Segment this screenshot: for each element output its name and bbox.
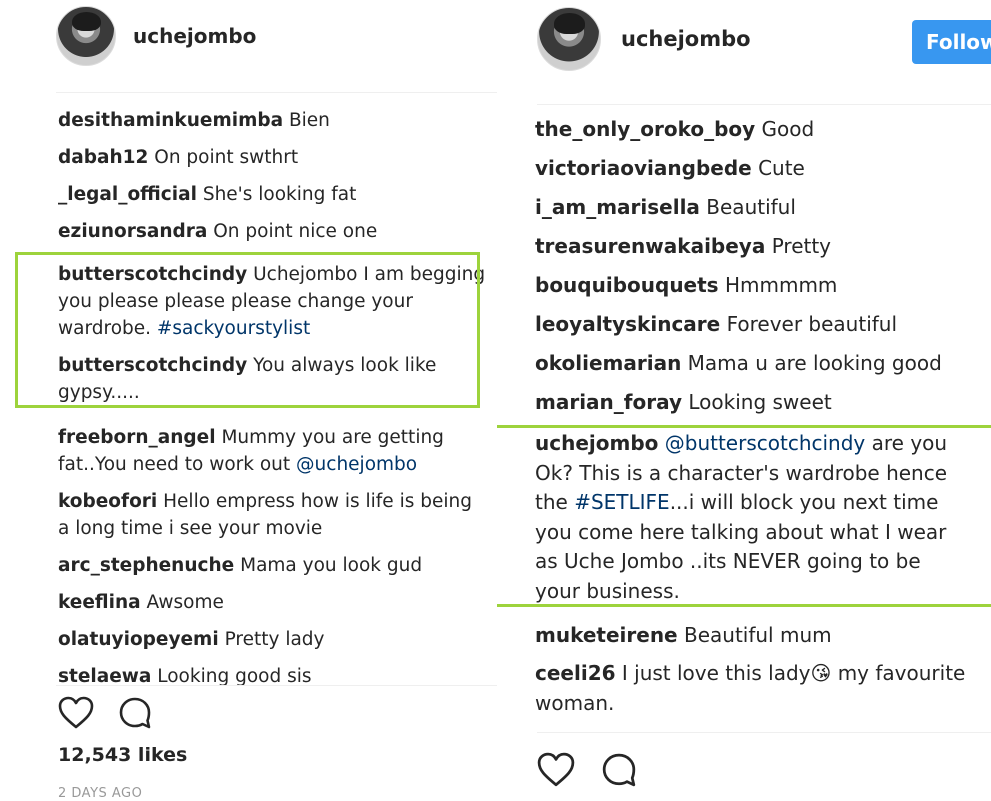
- heart-icon[interactable]: [537, 752, 575, 788]
- highlight-line-bottom: [497, 604, 991, 607]
- right-action-bar: [537, 752, 637, 788]
- header-divider: [537, 104, 991, 105]
- comment-text: Looking sweet: [688, 390, 832, 414]
- profile-avatar[interactable]: [56, 6, 116, 66]
- comment-username[interactable]: uchejombo: [535, 431, 658, 455]
- comment-username[interactable]: freeborn_angel: [58, 427, 216, 448]
- comment-text: Mama u are looking good: [687, 351, 942, 375]
- comment-username[interactable]: marian_foray: [535, 390, 682, 414]
- comment-item: eziunorsandra On point nice one: [58, 218, 488, 245]
- comment-text: Cute: [758, 156, 805, 180]
- comment-item: i_am_marisella Beautiful: [535, 192, 985, 222]
- comment-username[interactable]: kobeofori: [58, 491, 157, 512]
- highlight-line-top: [497, 425, 991, 428]
- comment-item: victoriaoviangbede Cute: [535, 153, 985, 183]
- comment-item: ceeli26 I just love this lady😘 my favour…: [535, 658, 975, 718]
- comment-item: okoliemarian Mama u are looking good: [535, 348, 985, 378]
- comment-item: uchejombo @butterscotchcindy are you Ok?…: [535, 429, 965, 606]
- comment-text: Forever beautiful: [726, 312, 898, 336]
- right-comment-list: the_only_oroko_boy Good victoriaoviangbe…: [535, 114, 985, 728]
- comment-mention[interactable]: @uchejombo: [296, 454, 417, 475]
- comment-username[interactable]: leoyaltyskincare: [535, 312, 720, 336]
- comment-text: Mama you look gud: [240, 555, 423, 576]
- comment-text: Hmmmmm: [724, 273, 838, 297]
- right-post-header: uchejombo: [537, 7, 751, 71]
- comment-text: I just love this lady: [621, 661, 811, 685]
- comment-username[interactable]: _legal_official: [58, 184, 197, 205]
- likes-count[interactable]: 12,543 likes: [58, 744, 187, 766]
- comments-divider: [56, 685, 497, 686]
- comment-text: Beautiful: [706, 195, 796, 219]
- comment-username[interactable]: stelaewa: [58, 666, 151, 687]
- kiss-emoji-icon: 😘: [810, 661, 832, 685]
- comment-username[interactable]: victoriaoviangbede: [535, 156, 752, 180]
- comment-text: Pretty lady: [224, 629, 325, 650]
- comment-icon[interactable]: [118, 696, 152, 730]
- comment-username[interactable]: eziunorsandra: [58, 221, 207, 242]
- left-post-panel: uchejombo desithaminkuemimba Bien dabah1…: [0, 0, 497, 801]
- comment-username[interactable]: olatuyiopeyemi: [58, 629, 219, 650]
- comment-item: bouquibouquets Hmmmmm: [535, 270, 985, 300]
- comment-username[interactable]: dabah12: [58, 147, 148, 168]
- comment-hashtag[interactable]: #SETLIFE: [574, 490, 670, 514]
- comment-item: the_only_oroko_boy Good: [535, 114, 985, 144]
- comment-item: keeflina Awsome: [58, 589, 488, 616]
- comment-username[interactable]: ceeli26: [535, 661, 616, 685]
- comment-text: On point swthrt: [154, 147, 299, 168]
- comment-username[interactable]: okoliemarian: [535, 351, 681, 375]
- comment-username[interactable]: desithaminkuemimba: [58, 110, 283, 131]
- profile-avatar[interactable]: [537, 7, 601, 71]
- comment-username[interactable]: i_am_marisella: [535, 195, 700, 219]
- comment-item: dabah12 On point swthrt: [58, 144, 488, 171]
- highlight-box: [15, 252, 480, 408]
- comment-item: leoyaltyskincare Forever beautiful: [535, 309, 985, 339]
- post-username[interactable]: uchejombo: [133, 24, 256, 48]
- comment-item: kobeofori Hello empress how is life is b…: [58, 488, 488, 542]
- comment-username[interactable]: bouquibouquets: [535, 273, 719, 297]
- left-action-bar: [58, 696, 152, 730]
- comment-username[interactable]: keeflina: [58, 592, 141, 613]
- heart-icon[interactable]: [58, 696, 94, 730]
- comment-text: Pretty: [771, 234, 832, 258]
- header-divider: [56, 92, 497, 93]
- follow-button[interactable]: Follow: [912, 20, 991, 64]
- comment-item: muketeirene Beautiful mum: [535, 620, 985, 650]
- comment-text: Looking good sis: [157, 666, 312, 687]
- comment-item: treasurenwakaibeya Pretty: [535, 231, 985, 261]
- comment-username[interactable]: arc_stephenuche: [58, 555, 234, 576]
- comment-icon[interactable]: [601, 752, 637, 788]
- comment-item: arc_stephenuche Mama you look gud: [58, 552, 488, 579]
- post-timestamp: 2 DAYS AGO: [58, 786, 143, 801]
- comment-item: desithaminkuemimba Bien: [58, 107, 488, 134]
- comment-item: marian_foray Looking sweet: [535, 387, 985, 417]
- comment-text: Good: [761, 117, 815, 141]
- comment-item: freeborn_angel Mummy you are getting fat…: [58, 424, 488, 478]
- comments-divider: [537, 732, 991, 733]
- comment-text: Beautiful mum: [683, 623, 832, 647]
- left-post-header: uchejombo: [56, 6, 256, 66]
- right-post-panel: uchejombo Follow the_only_oroko_boy Good…: [497, 0, 991, 800]
- comment-item: olatuyiopeyemi Pretty lady: [58, 626, 488, 653]
- comment-username[interactable]: muketeirene: [535, 623, 678, 647]
- comment-item: _legal_official She's looking fat: [58, 181, 488, 208]
- comment-text: On point nice one: [213, 221, 378, 242]
- comment-username[interactable]: the_only_oroko_boy: [535, 117, 755, 141]
- comment-text: Awsome: [146, 592, 224, 613]
- comment-text: Bien: [288, 110, 330, 131]
- comment-username[interactable]: treasurenwakaibeya: [535, 234, 765, 258]
- comment-mention[interactable]: @butterscotchcindy: [665, 431, 866, 455]
- post-username[interactable]: uchejombo: [621, 27, 751, 51]
- comment-text: She's looking fat: [202, 184, 357, 205]
